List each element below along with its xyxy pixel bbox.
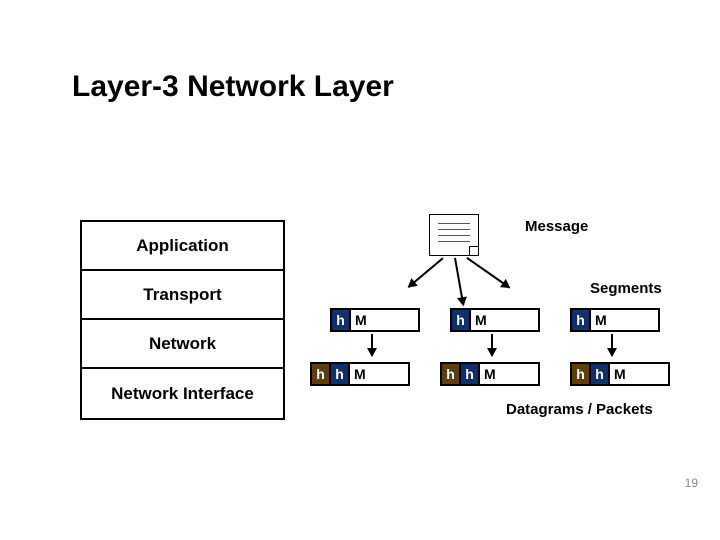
segment-3: h M xyxy=(570,308,660,332)
datagrams-label: Datagrams / Packets xyxy=(506,401,653,418)
transport-header: h xyxy=(332,310,351,330)
datagram-1: h h M xyxy=(310,362,410,386)
segment-body: M xyxy=(351,310,418,330)
message-doc-icon xyxy=(429,214,479,256)
segments-label: Segments xyxy=(590,280,662,297)
datagram-body: M xyxy=(480,364,538,384)
page-title: Layer-3 Network Layer xyxy=(72,70,394,104)
transport-header: h xyxy=(331,364,350,384)
network-header: h xyxy=(572,364,591,384)
slide-number: 19 xyxy=(685,476,698,490)
segment-1: h M xyxy=(330,308,420,332)
datagram-3: h h M xyxy=(570,362,670,386)
arrow-icon xyxy=(491,334,493,356)
message-label: Message xyxy=(525,218,588,235)
segment-body: M xyxy=(591,310,658,330)
layer-stack: Application Transport Network Network In… xyxy=(80,220,285,420)
layer-application: Application xyxy=(82,222,283,271)
arrow-icon xyxy=(454,258,464,306)
transport-header: h xyxy=(461,364,480,384)
network-header: h xyxy=(442,364,461,384)
datagram-body: M xyxy=(350,364,408,384)
datagram-2: h h M xyxy=(440,362,540,386)
transport-header: h xyxy=(591,364,610,384)
layer-network: Network xyxy=(82,320,283,369)
layer-interface: Network Interface xyxy=(82,369,283,418)
arrow-icon xyxy=(371,334,373,356)
layer-transport: Transport xyxy=(82,271,283,320)
datagram-body: M xyxy=(610,364,668,384)
transport-header: h xyxy=(572,310,591,330)
segment-2: h M xyxy=(450,308,540,332)
arrow-icon xyxy=(611,334,613,356)
segment-body: M xyxy=(471,310,538,330)
network-header: h xyxy=(312,364,331,384)
arrow-icon xyxy=(408,257,443,287)
arrow-icon xyxy=(466,257,509,288)
transport-header: h xyxy=(452,310,471,330)
